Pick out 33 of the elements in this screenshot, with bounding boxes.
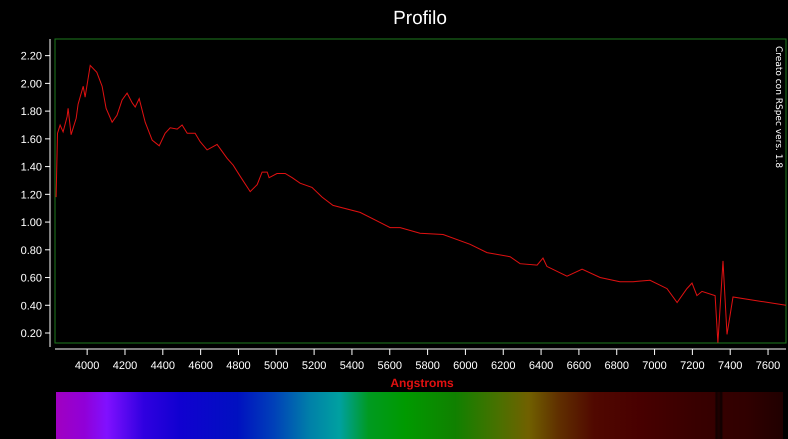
x-tick-label: 6000 xyxy=(453,360,478,372)
x-tick-label: 6400 xyxy=(528,360,554,372)
x-tick-label: 5400 xyxy=(340,360,364,372)
x-tick-label: 4600 xyxy=(188,360,213,372)
y-tick-label: 0.80 xyxy=(20,244,42,257)
x-tick-label: 7600 xyxy=(756,360,780,372)
y-tick-label: 0.40 xyxy=(20,300,42,312)
x-tick-label: 6800 xyxy=(604,360,629,372)
y-tick-label: 1.40 xyxy=(20,162,42,174)
x-tick-label: 4400 xyxy=(150,360,176,372)
x-tick-label: 6200 xyxy=(491,360,516,372)
x-tick-label: 4000 xyxy=(74,360,100,372)
x-tick-label: 4800 xyxy=(226,360,251,372)
y-tick-label: 1.60 xyxy=(20,134,42,146)
credit-note: Creato con RSpec vers. 1.8 xyxy=(773,46,783,168)
x-tick-label: 5200 xyxy=(302,360,326,372)
y-tick-label: 0.60 xyxy=(20,272,42,285)
x-tick-label: 7200 xyxy=(680,360,705,372)
x-tick-label: 6600 xyxy=(566,360,592,372)
x-tick-label: 7000 xyxy=(642,360,667,372)
x-axis-label: Angstroms xyxy=(390,376,454,390)
y-tick-label: 2.00 xyxy=(20,78,42,90)
y-tick-label: 1.80 xyxy=(20,106,42,118)
x-tick-label: 5000 xyxy=(264,360,289,372)
y-tick-label: 0.20 xyxy=(20,328,42,340)
x-tick-label: 5800 xyxy=(415,360,440,372)
y-tick-label: 1.20 xyxy=(20,189,42,202)
y-tick-label: 2.20 xyxy=(20,50,42,63)
y-tick-label: 1.00 xyxy=(20,217,42,230)
x-tick-label: 5600 xyxy=(378,360,402,372)
chart-title: Profilo xyxy=(393,8,447,29)
x-tick-label: 4200 xyxy=(112,360,138,372)
x-tick-label: 7400 xyxy=(718,360,742,372)
